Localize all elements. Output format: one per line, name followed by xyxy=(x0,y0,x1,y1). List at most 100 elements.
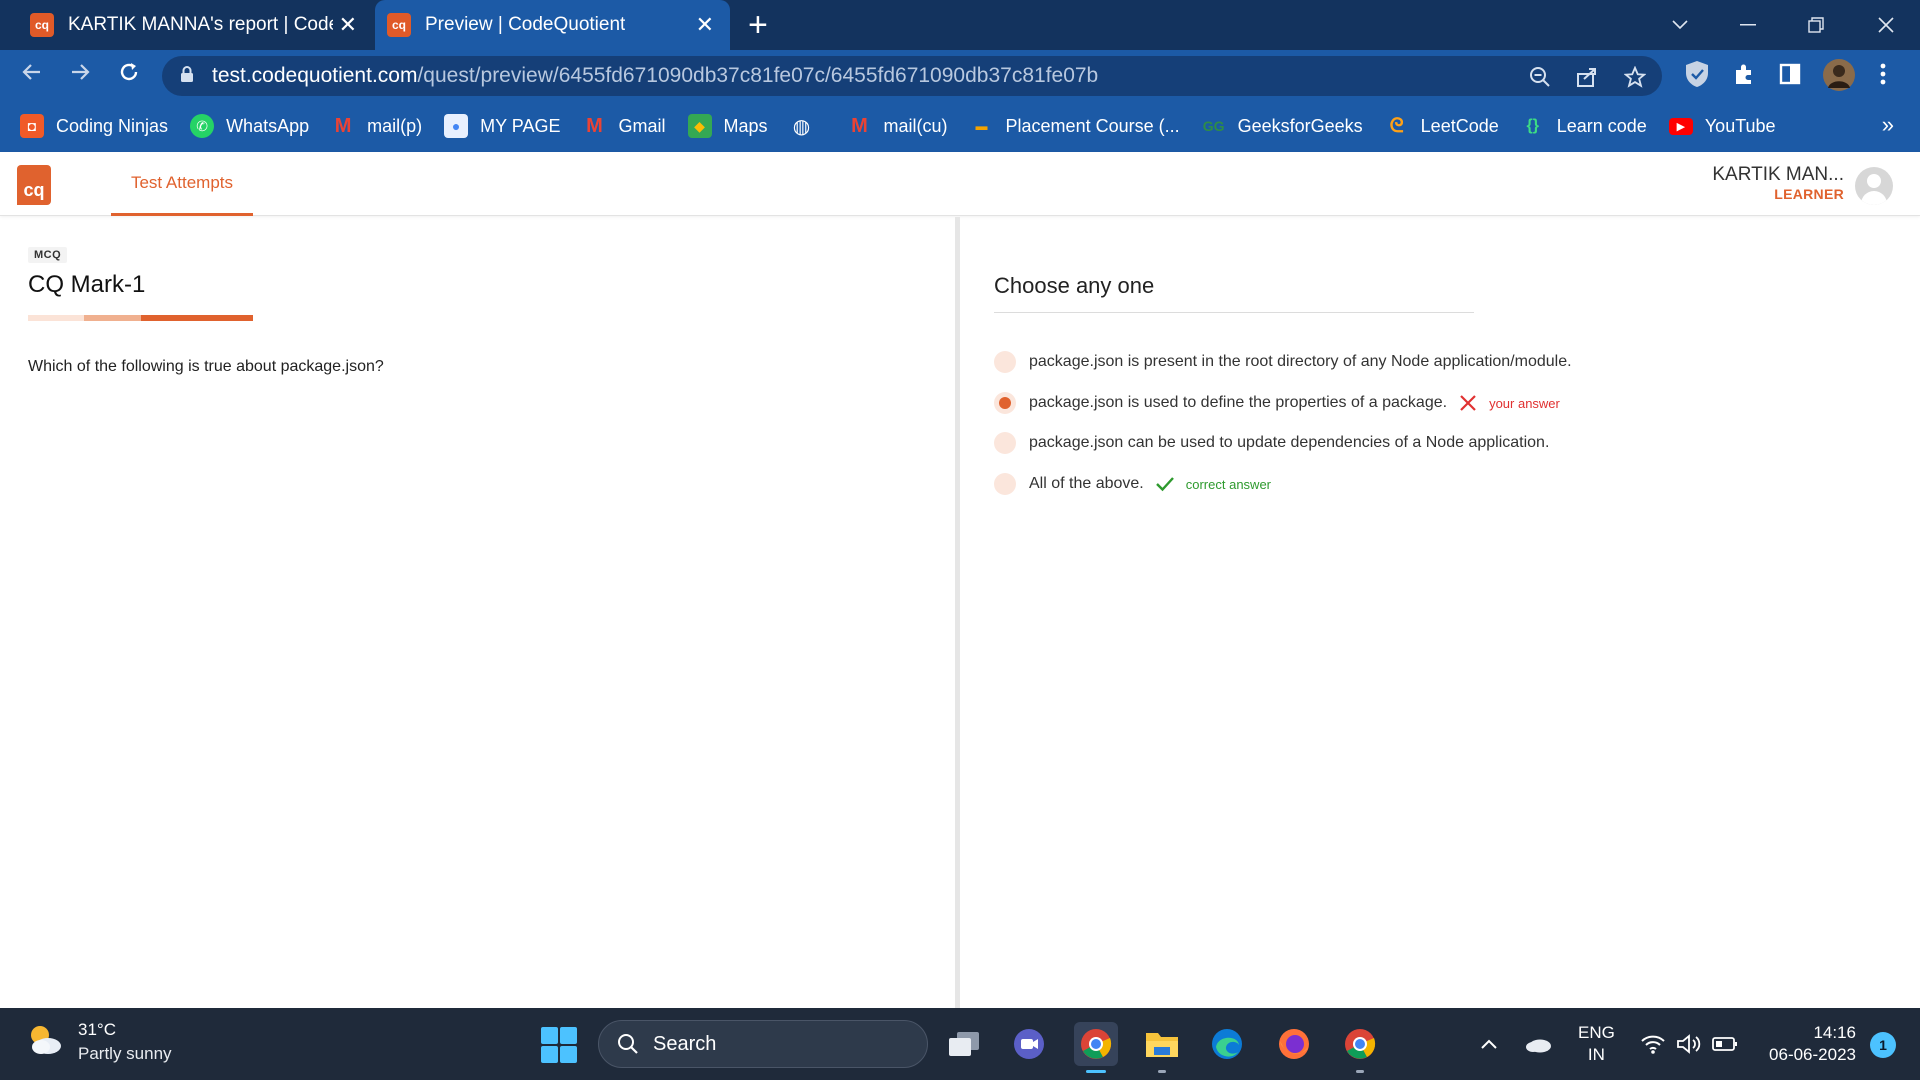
notification-badge[interactable]: 1 xyxy=(1870,1032,1896,1058)
gfg-icon: GG xyxy=(1202,118,1225,134)
heading-divider xyxy=(994,312,1474,313)
tab-report[interactable]: cq KARTIK MANNA's report | CodeQ ✕ xyxy=(20,0,365,50)
firefox-icon[interactable] xyxy=(1272,1022,1316,1066)
gmail-icon: M xyxy=(334,114,352,137)
side-panel-icon[interactable] xyxy=(1778,62,1802,91)
tab-preview[interactable]: cq Preview | CodeQuotient ✕ xyxy=(375,0,730,50)
option-3[interactable]: package.json can be used to update depen… xyxy=(994,430,1549,456)
close-tab-icon[interactable]: ✕ xyxy=(339,12,357,38)
bookmark-mail-p[interactable]: M mail(p) xyxy=(331,114,422,138)
radio-button[interactable] xyxy=(994,473,1016,495)
teams-chat-icon[interactable] xyxy=(1007,1022,1051,1066)
bookmark-coding-ninjas[interactable]: ◘ Coding Ninjas xyxy=(20,114,168,138)
option-text: package.json can be used to update depen… xyxy=(1029,434,1550,451)
share-icon[interactable] xyxy=(1576,66,1598,94)
restore-button[interactable] xyxy=(1786,0,1846,50)
close-window-button[interactable] xyxy=(1856,0,1916,50)
radio-button[interactable] xyxy=(994,392,1016,414)
close-tab-icon[interactable]: ✕ xyxy=(696,12,714,38)
tab-title: Preview | CodeQuotient xyxy=(425,14,626,35)
input-language[interactable]: ENG IN xyxy=(1578,1022,1615,1066)
bookmark-mail-cu[interactable]: M mail(cu) xyxy=(848,114,947,138)
weather-temperature: 31°C xyxy=(78,1020,116,1039)
app-header: cq Test Attempts KARTIK MAN... LEARNER xyxy=(0,152,1920,216)
bookmark-youtube[interactable]: ▶ YouTube xyxy=(1668,116,1776,137)
show-hidden-icons-chevron-icon[interactable] xyxy=(1480,1008,1498,1080)
back-button[interactable] xyxy=(16,60,48,91)
search-icon xyxy=(618,1034,638,1054)
bookmark-my-page[interactable]: ● MY PAGE xyxy=(444,114,560,138)
more-bookmarks-button[interactable]: » xyxy=(1882,112,1894,138)
cq-favicon-icon: cq xyxy=(30,13,54,37)
option-text: All of the above. xyxy=(1029,475,1144,492)
chrome-profile-icon[interactable] xyxy=(1338,1022,1382,1073)
bookmark-whatsapp[interactable]: ✆ WhatsApp xyxy=(190,114,309,138)
forward-button[interactable] xyxy=(64,60,96,91)
new-tab-button[interactable]: + xyxy=(748,6,768,45)
reload-button[interactable] xyxy=(113,60,145,91)
onedrive-cloud-icon[interactable] xyxy=(1524,1008,1552,1080)
cq-favicon-icon: cq xyxy=(387,13,411,37)
file-explorer-icon[interactable] xyxy=(1140,1022,1184,1073)
leetcode-icon: ᘓ xyxy=(1389,114,1404,137)
shield-extension-icon[interactable] xyxy=(1684,60,1710,93)
weather-widget[interactable]: 31°C Partly sunny xyxy=(26,1020,172,1064)
system-clock[interactable]: 14:16 06-06-2023 xyxy=(1769,1022,1856,1066)
correct-answer-label: correct answer xyxy=(1185,476,1271,492)
question-pane: MCQ CQ Mark-1 Which of the following is … xyxy=(0,217,955,1008)
bookmark-placement-course[interactable]: ▬ Placement Course (... xyxy=(970,114,1180,138)
option-4[interactable]: All of the above. correct answer xyxy=(994,471,1271,497)
gmail-icon: M xyxy=(851,114,868,137)
tab-test-attempts[interactable]: Test Attempts xyxy=(111,152,253,216)
question-title: CQ Mark-1 xyxy=(28,271,146,298)
partly-sunny-icon xyxy=(26,1021,64,1064)
radio-button[interactable] xyxy=(994,351,1016,373)
address-bar[interactable]: test.codequotient.com /quest/preview/645… xyxy=(162,56,1662,96)
user-name[interactable]: KARTIK MAN... xyxy=(1712,164,1844,186)
bookmark-globe[interactable]: ◍ xyxy=(790,114,826,138)
placement-icon: ▬ xyxy=(975,119,988,133)
tab-search-chevron-icon[interactable] xyxy=(1650,0,1710,50)
weather-description: Partly sunny xyxy=(78,1044,172,1063)
taskbar-search[interactable]: Search xyxy=(598,1020,928,1068)
bookmark-star-icon[interactable] xyxy=(1623,65,1647,94)
minimize-button[interactable] xyxy=(1718,0,1778,50)
edge-icon[interactable] xyxy=(1205,1022,1249,1066)
wifi-icon[interactable] xyxy=(1640,1008,1666,1080)
task-view-icon[interactable] xyxy=(942,1022,986,1066)
user-role: LEARNER xyxy=(1774,186,1844,202)
extensions-puzzle-icon[interactable] xyxy=(1732,62,1756,91)
option-text: package.json is present in the root dire… xyxy=(1029,353,1572,370)
avatar[interactable] xyxy=(1855,167,1893,205)
zoom-icon[interactable] xyxy=(1529,66,1551,94)
question-text: Which of the following is true about pac… xyxy=(28,358,384,375)
globe-icon: ◍ xyxy=(792,115,811,138)
profile-avatar-icon[interactable] xyxy=(1822,58,1856,97)
tab-title: KARTIK MANNA's report | CodeQ xyxy=(68,14,333,35)
whatsapp-icon: ✆ xyxy=(190,114,215,138)
coding-ninjas-icon: ◘ xyxy=(20,114,44,138)
bookmark-maps[interactable]: ◆ Maps xyxy=(687,114,768,138)
bookmark-geeksforgeeks[interactable]: GG GeeksforGeeks xyxy=(1202,114,1363,138)
volume-icon[interactable] xyxy=(1676,1008,1702,1080)
bookmark-leetcode[interactable]: ᘓ LeetCode xyxy=(1385,114,1499,138)
start-button[interactable] xyxy=(541,1027,577,1063)
cq-logo[interactable]: cq xyxy=(17,165,51,205)
bookmark-gmail[interactable]: M Gmail xyxy=(582,114,665,138)
lock-icon xyxy=(180,65,198,88)
browser-menu-icon[interactable] xyxy=(1880,62,1886,91)
option-1[interactable]: package.json is present in the root dire… xyxy=(994,349,1572,375)
choose-heading: Choose any one xyxy=(994,273,1155,298)
radio-button[interactable] xyxy=(994,432,1016,454)
chrome-icon[interactable] xyxy=(1074,1022,1118,1073)
browser-toolbar: test.codequotient.com /quest/preview/645… xyxy=(0,50,1920,100)
clock-date: 06-06-2023 xyxy=(1769,1045,1856,1064)
bookmark-learn-code[interactable]: {} Learn code xyxy=(1521,114,1647,138)
wrong-cross-icon xyxy=(1457,392,1479,414)
your-answer-label: your answer xyxy=(1489,395,1560,411)
clock-time: 14:16 xyxy=(1813,1023,1856,1042)
taskbar: 31°C Partly sunny Search ENG IN 14:16 06… xyxy=(0,1008,1920,1080)
battery-icon[interactable] xyxy=(1712,1008,1738,1080)
option-2[interactable]: package.json is used to define the prope… xyxy=(994,390,1560,416)
profile-icon: ● xyxy=(444,114,469,138)
